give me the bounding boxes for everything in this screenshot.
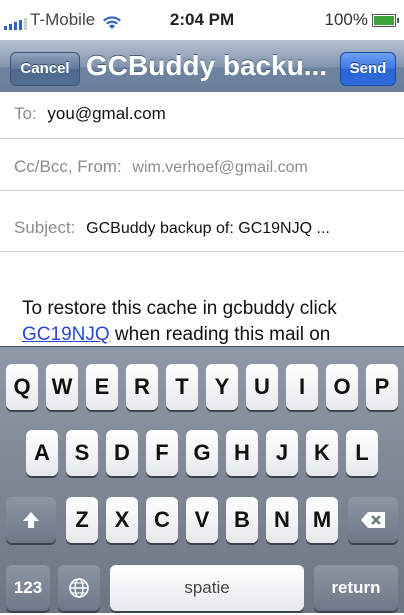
key-w[interactable]: W — [46, 364, 78, 410]
send-button[interactable]: Send — [340, 52, 396, 86]
return-key[interactable]: return — [314, 565, 398, 611]
navigation-bar: Cancel GCBuddy backu... Send — [0, 40, 404, 95]
key-b[interactable]: B — [226, 497, 258, 543]
shift-key[interactable] — [6, 497, 56, 543]
globe-key[interactable] — [58, 565, 100, 611]
key-z[interactable]: Z — [66, 497, 98, 543]
key-v[interactable]: V — [186, 497, 218, 543]
message-body[interactable]: To restore this cache in gcbuddy click G… — [22, 296, 402, 348]
key-u[interactable]: U — [246, 364, 278, 410]
key-m[interactable]: M — [306, 497, 338, 543]
globe-icon — [69, 578, 89, 598]
body-line-2-text: when reading this mail on — [109, 324, 331, 345]
key-e[interactable]: E — [86, 364, 118, 410]
status-bar: T-Mobile 2:04 PM 100% — [0, 0, 404, 40]
from-value: wim.verhoef@gmail.com — [132, 159, 308, 176]
to-label: To: — [14, 104, 37, 123]
key-q[interactable]: Q — [6, 364, 38, 410]
cc-bcc-from-label: Cc/Bcc, From: — [14, 157, 122, 176]
backspace-icon — [361, 512, 385, 528]
key-p[interactable]: P — [366, 364, 398, 410]
key-j[interactable]: J — [266, 430, 298, 476]
battery-icon — [372, 13, 399, 27]
shift-arrow-icon — [23, 512, 39, 528]
key-g[interactable]: G — [186, 430, 218, 476]
subject-label: Subject: — [14, 218, 76, 237]
keyboard: Q W E R T Y U I O P A S D F G H J K L Z … — [0, 346, 404, 613]
key-a[interactable]: A — [26, 430, 58, 476]
key-f[interactable]: F — [146, 430, 178, 476]
numbers-key[interactable]: 123 — [6, 565, 50, 611]
key-y[interactable]: Y — [206, 364, 238, 410]
key-x[interactable]: X — [106, 497, 138, 543]
key-l[interactable]: L — [346, 430, 378, 476]
space-key[interactable]: spatie — [110, 565, 304, 611]
key-t[interactable]: T — [166, 364, 198, 410]
key-h[interactable]: H — [226, 430, 258, 476]
key-i[interactable]: I — [286, 364, 318, 410]
key-r[interactable]: R — [126, 364, 158, 410]
body-line-2: GC19NJQ when reading this mail on — [22, 322, 402, 348]
key-k[interactable]: K — [306, 430, 338, 476]
cache-link[interactable]: GC19NJQ — [22, 324, 110, 345]
subject-field[interactable]: Subject: GCBuddy backup of: GC19NJQ ... — [0, 205, 404, 252]
key-d[interactable]: D — [106, 430, 138, 476]
key-n[interactable]: N — [266, 497, 298, 543]
to-value: you@gmal.com — [47, 104, 166, 123]
backspace-key[interactable] — [348, 497, 398, 543]
subject-value: GCBuddy backup of: GC19NJQ ... — [86, 220, 330, 237]
key-c[interactable]: C — [146, 497, 178, 543]
body-line-1: To restore this cache in gcbuddy click — [22, 298, 337, 319]
compose-title: GCBuddy backu... — [86, 50, 328, 81]
cc-bcc-from-field[interactable]: Cc/Bcc, From: wim.verhoef@gmail.com — [0, 144, 404, 191]
battery-percent: 100% — [324, 10, 368, 29]
key-o[interactable]: O — [326, 364, 358, 410]
cancel-button[interactable]: Cancel — [10, 52, 80, 86]
status-right: 100% — [324, 10, 399, 30]
key-s[interactable]: S — [66, 430, 98, 476]
to-field[interactable]: To: you@gmal.com — [0, 92, 404, 139]
